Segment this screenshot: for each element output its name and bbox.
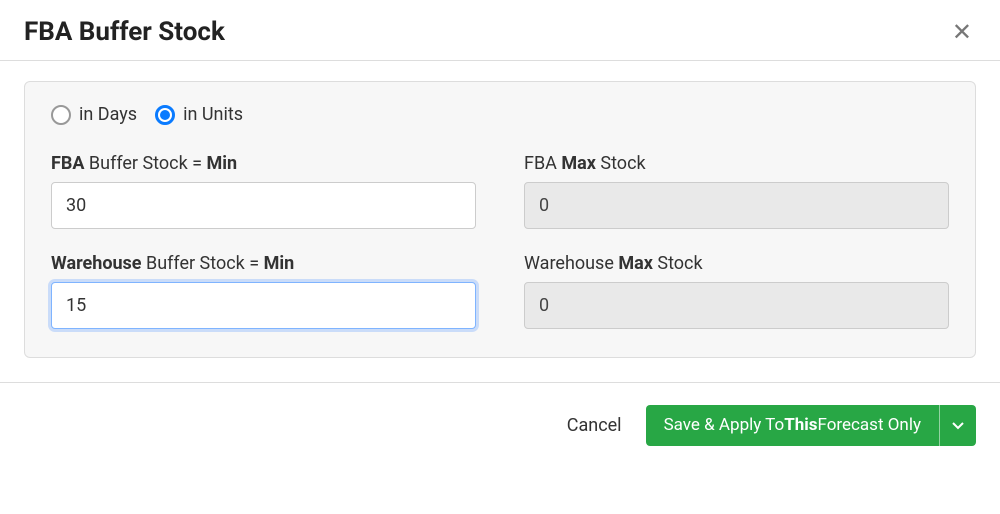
cancel-button[interactable]: Cancel [567, 415, 622, 436]
fba-max-input [524, 182, 949, 229]
save-dropdown-button[interactable] [939, 405, 976, 446]
warehouse-max-input [524, 282, 949, 329]
radio-icon [155, 105, 175, 125]
fba-min-field: FBA Buffer Stock = Min [51, 153, 476, 229]
fields-grid: FBA Buffer Stock = Min FBA Max Stock War… [51, 153, 949, 329]
warehouse-min-input[interactable] [51, 282, 476, 329]
dialog-header: FBA Buffer Stock ✕ [0, 0, 1000, 60]
panel-wrap: in Days in Units FBA Buffer Stock = Min [0, 61, 1000, 382]
caret-down-icon [952, 422, 964, 430]
field-label: Warehouse Max Stock [524, 253, 949, 274]
field-label: FBA Max Stock [524, 153, 949, 174]
radio-label: in Units [183, 104, 243, 125]
warehouse-min-field: Warehouse Buffer Stock = Min [51, 253, 476, 329]
radio-in-units[interactable]: in Units [155, 104, 243, 125]
buffer-stock-dialog: FBA Buffer Stock ✕ in Days in Units FBA … [0, 0, 1000, 468]
warehouse-max-field: Warehouse Max Stock [524, 253, 949, 329]
fba-min-input[interactable] [51, 182, 476, 229]
dialog-title: FBA Buffer Stock [24, 17, 225, 47]
dialog-footer: Cancel Save & Apply To This Forecast Onl… [0, 383, 1000, 468]
radio-icon [51, 105, 71, 125]
radio-label: in Days [79, 104, 137, 125]
settings-panel: in Days in Units FBA Buffer Stock = Min [24, 81, 976, 358]
field-label: Warehouse Buffer Stock = Min [51, 253, 476, 274]
save-button-group: Save & Apply To This Forecast Only [646, 405, 976, 446]
radio-in-days[interactable]: in Days [51, 104, 137, 125]
field-label: FBA Buffer Stock = Min [51, 153, 476, 174]
fba-max-field: FBA Max Stock [524, 153, 949, 229]
unit-mode-radio-group: in Days in Units [51, 104, 949, 125]
save-apply-button[interactable]: Save & Apply To This Forecast Only [646, 405, 939, 446]
close-icon[interactable]: ✕ [948, 16, 976, 48]
